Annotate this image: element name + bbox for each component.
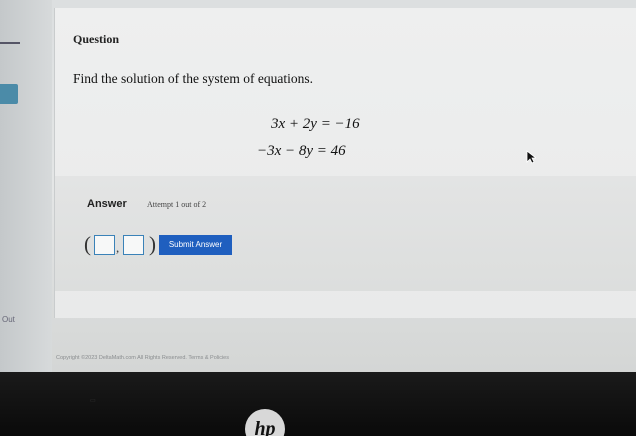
submit-answer-button[interactable]: Submit Answer xyxy=(159,235,232,255)
x-answer-input[interactable] xyxy=(94,235,115,255)
sidebar-dash xyxy=(0,42,20,44)
monitor-bezel: ▭ hp xyxy=(0,372,636,436)
mouse-cursor-icon xyxy=(526,150,536,164)
answer-label: Answer xyxy=(87,198,127,210)
attempt-counter: Attempt 1 out of 2 xyxy=(147,200,207,209)
hp-logo-icon: hp xyxy=(245,409,285,436)
question-card: Question Find the solution of the system… xyxy=(54,8,636,318)
bezel-mark: ▭ xyxy=(90,398,96,404)
copyright-footer: Copyright ©2023 DeltaMath.com All Rights… xyxy=(56,355,229,361)
svg-text:hp: hp xyxy=(254,418,275,436)
answer-comma: , xyxy=(116,240,120,255)
sidebar-tab[interactable] xyxy=(0,84,18,104)
question-prompt: Find the solution of the system of equat… xyxy=(73,71,313,86)
screen: Out Question Find the solution of the sy… xyxy=(0,0,636,372)
y-answer-input[interactable] xyxy=(123,235,144,255)
sidebar-out-label: Out xyxy=(2,315,15,324)
equation-1: 3x + 2y = −16 xyxy=(271,116,360,132)
question-title: Question xyxy=(73,32,120,46)
answer-section: Answer Attempt 1 out of 2 ( , ) Submit A… xyxy=(55,176,636,291)
open-paren: ( xyxy=(84,232,91,256)
equation-2: −3x − 8y = 46 xyxy=(257,143,346,159)
close-paren: ) xyxy=(149,232,156,256)
left-sidebar: Out xyxy=(0,0,52,372)
